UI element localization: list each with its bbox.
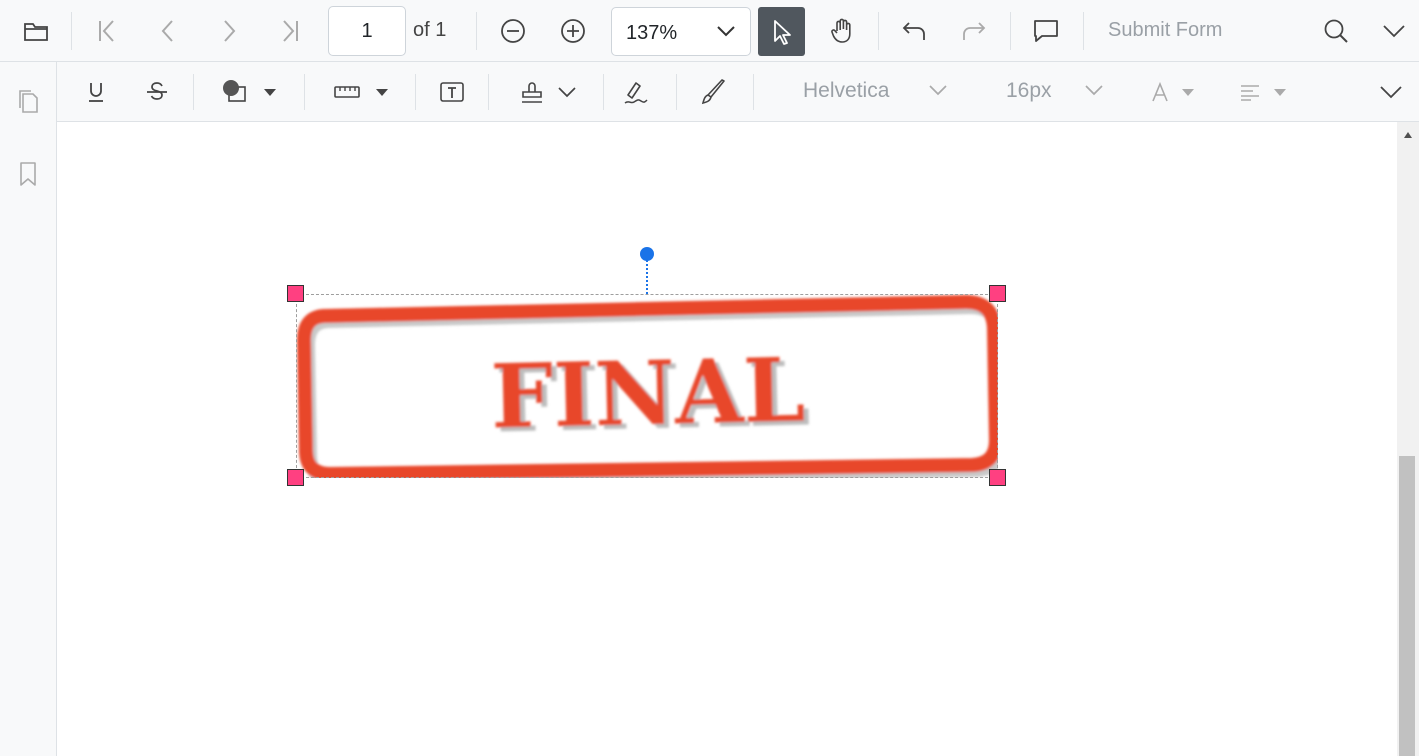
toolbar-divider <box>488 74 489 110</box>
next-page-button[interactable] <box>205 7 253 55</box>
resize-handle-bottom-left[interactable] <box>287 469 304 486</box>
page-thumbnails-button[interactable] <box>9 82 47 122</box>
signature-icon <box>622 78 650 106</box>
selection-tool-button[interactable] <box>758 7 805 56</box>
free-text-icon <box>438 80 466 104</box>
strikethrough-button[interactable] <box>136 68 178 116</box>
toolbar-divider <box>1010 12 1011 50</box>
pan-hand-icon <box>830 18 854 44</box>
toolbar-divider <box>878 12 879 50</box>
resize-handle-top-left[interactable] <box>287 285 304 302</box>
toolbar-divider <box>193 74 194 110</box>
caret-down-icon <box>1181 87 1195 97</box>
first-page-icon <box>96 19 118 43</box>
rotation-connector <box>646 260 648 294</box>
shape-icon <box>221 79 251 105</box>
toolbar-divider <box>415 74 416 110</box>
strikethrough-icon <box>145 81 169 103</box>
zoom-out-icon <box>500 18 526 44</box>
first-page-button[interactable] <box>83 7 131 55</box>
main-toolbar: of 1 137% <box>0 0 1419 62</box>
font-size-dropdown[interactable]: 16px <box>1006 79 1052 103</box>
pan-tool-button[interactable] <box>818 7 866 55</box>
stamp-dropdown-button[interactable] <box>513 68 583 116</box>
bookmark-icon <box>18 161 38 187</box>
text-align-dropdown[interactable] <box>1233 68 1293 116</box>
toolbar-divider <box>753 74 754 110</box>
close-annotation-toolbar-button[interactable] <box>1370 68 1412 116</box>
submit-form-button[interactable]: Submit Form <box>1108 19 1222 42</box>
search-button[interactable] <box>1312 7 1360 55</box>
previous-page-button[interactable] <box>144 7 192 55</box>
comment-panel-button[interactable] <box>1022 7 1070 55</box>
open-file-icon <box>23 20 49 42</box>
zoom-in-button[interactable] <box>549 7 597 55</box>
annotation-toolbar: Helvetica 16px <box>57 62 1419 122</box>
underline-icon <box>86 81 106 103</box>
font-family-dropdown[interactable]: Helvetica <box>803 79 889 103</box>
open-file-button[interactable] <box>12 7 60 55</box>
chevron-down-icon[interactable] <box>1084 84 1104 96</box>
caret-down-icon <box>1273 87 1287 97</box>
stamp-icon <box>519 78 545 106</box>
left-navigation-pane <box>0 62 57 756</box>
toolbar-divider <box>476 12 477 50</box>
resize-handle-bottom-right[interactable] <box>989 469 1006 486</box>
current-page-input[interactable] <box>328 6 406 56</box>
toolbar-divider <box>603 74 604 110</box>
redo-icon <box>961 20 987 42</box>
chevron-down-icon <box>557 86 577 98</box>
selection-cursor-icon <box>772 19 792 45</box>
underline-button[interactable] <box>75 68 117 116</box>
vertical-scrollbar[interactable] <box>1397 122 1419 756</box>
ink-button[interactable] <box>693 68 735 116</box>
zoom-value: 137% <box>626 22 678 44</box>
toolbar-divider <box>304 74 305 110</box>
previous-page-icon <box>160 19 176 43</box>
redo-button[interactable] <box>950 7 998 55</box>
undo-button[interactable] <box>890 7 938 55</box>
measure-icon <box>333 84 361 100</box>
chevron-down-icon <box>716 24 736 38</box>
signature-button[interactable] <box>615 68 657 116</box>
font-color-icon <box>1151 82 1169 102</box>
zoom-in-icon <box>560 18 586 44</box>
scroll-up-arrow[interactable] <box>1397 126 1419 144</box>
toolbar-divider <box>71 12 72 50</box>
caret-down-icon <box>375 87 389 97</box>
search-icon <box>1323 18 1349 44</box>
toolbar-divider <box>1083 12 1084 50</box>
ink-icon <box>700 78 728 106</box>
undo-icon <box>901 20 927 42</box>
font-color-dropdown[interactable] <box>1143 68 1203 116</box>
free-text-button[interactable] <box>431 68 473 116</box>
resize-handle-top-right[interactable] <box>989 285 1006 302</box>
page-thumbnails-icon <box>17 89 39 115</box>
chevron-down-icon[interactable] <box>928 84 948 96</box>
comment-icon <box>1032 18 1060 44</box>
scrollbar-thumb[interactable] <box>1399 456 1415 756</box>
shapes-dropdown-button[interactable] <box>209 68 289 116</box>
annotation-selection-box <box>296 294 998 478</box>
bookmarks-button[interactable] <box>9 154 47 194</box>
chevron-down-icon <box>1382 24 1406 38</box>
last-page-button[interactable] <box>266 7 314 55</box>
rotate-handle[interactable] <box>640 247 654 261</box>
last-page-icon <box>279 19 301 43</box>
next-page-icon <box>221 19 237 43</box>
toolbar-divider <box>676 74 677 110</box>
page-count-label: of 1 <box>413 19 447 41</box>
text-align-icon <box>1239 83 1261 101</box>
caret-down-icon <box>263 87 277 97</box>
more-options-button[interactable] <box>1370 7 1418 55</box>
zoom-out-button[interactable] <box>489 7 537 55</box>
measure-dropdown-button[interactable] <box>325 68 397 116</box>
zoom-dropdown[interactable]: 137% <box>611 7 751 56</box>
chevron-down-icon <box>1379 85 1403 99</box>
